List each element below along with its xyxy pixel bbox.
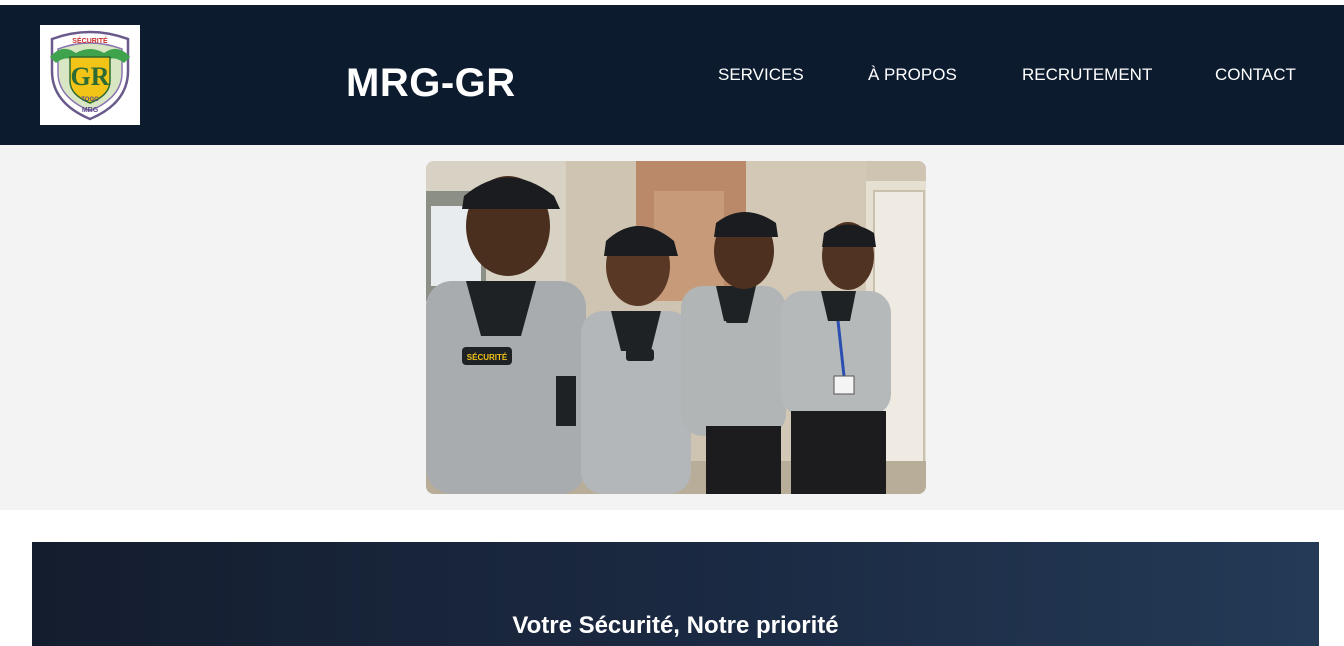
svg-text:TOGO: TOGO <box>81 97 99 103</box>
banner-title: Votre Sécurité, Notre priorité <box>512 612 839 639</box>
nav-link-contact[interactable]: CONTACT <box>1215 65 1296 85</box>
hero-image: SÉCURITÉ <box>426 161 926 494</box>
nav-link-recrutement[interactable]: RECRUTEMENT <box>1022 65 1152 85</box>
svg-text:SÉCURITÉ: SÉCURITÉ <box>72 36 108 45</box>
security-team-photo-icon: SÉCURITÉ <box>426 161 926 494</box>
site-header: GR SÉCURITÉ TOGO MRG MRG-GR SERVICES À P… <box>0 5 1344 145</box>
svg-text:SÉCURITÉ: SÉCURITÉ <box>467 353 508 362</box>
tagline-banner: Votre Sécurité, Notre priorité <box>32 542 1319 646</box>
hero-section: SÉCURITÉ <box>0 145 1344 510</box>
main-nav: SERVICES À PROPOS RECRUTEMENT CONTACT <box>0 65 1344 85</box>
nav-link-services[interactable]: SERVICES <box>718 65 804 85</box>
nav-link-a-propos[interactable]: À PROPOS <box>868 65 957 85</box>
svg-text:MRG: MRG <box>82 107 99 114</box>
